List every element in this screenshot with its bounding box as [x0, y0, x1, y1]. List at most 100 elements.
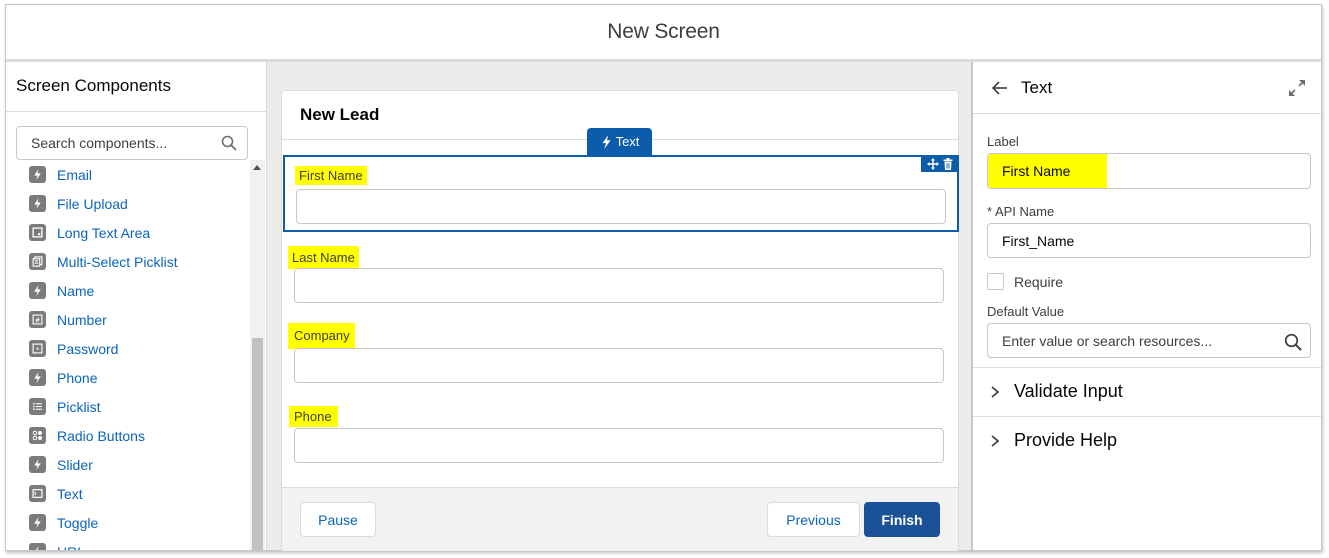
component-label: Text: [57, 485, 83, 502]
component-label: Multi-Select Picklist: [57, 253, 178, 270]
component-picklist[interactable]: Picklist: [6, 392, 250, 421]
last-name-input[interactable]: [294, 268, 944, 303]
default-value-field[interactable]: [987, 323, 1311, 358]
component-label: Phone: [57, 369, 98, 386]
label-input[interactable]: [988, 154, 1310, 188]
label-field-label: Label: [987, 134, 1019, 149]
selected-component-tab-label: Text: [615, 134, 640, 149]
screen-components-title: Screen Components: [16, 76, 171, 95]
component-long-text-area[interactable]: Long Text Area: [6, 218, 250, 247]
field-first-name[interactable]: First Name: [283, 155, 959, 232]
bolt-icon: [29, 456, 46, 473]
api-name-field[interactable]: [987, 223, 1311, 258]
component-radio-buttons[interactable]: Radio Buttons: [6, 421, 250, 450]
first-name-input[interactable]: [296, 189, 946, 224]
finish-button[interactable]: Finish: [864, 502, 940, 537]
first-name-input-box[interactable]: [297, 190, 945, 223]
back-arrow-icon[interactable]: [991, 80, 1009, 96]
require-checkbox[interactable]: [987, 273, 1004, 290]
api-name-input[interactable]: [988, 224, 1310, 257]
modal-header: New Screen: [6, 5, 1321, 62]
bolt-icon: [29, 166, 46, 183]
pause-button[interactable]: Pause: [300, 502, 376, 537]
search-components-box[interactable]: [16, 126, 248, 160]
search-components-input[interactable]: [31, 135, 211, 151]
component-label: URL: [57, 544, 85, 551]
component-number[interactable]: # Number: [6, 305, 250, 334]
default-value-input[interactable]: [988, 324, 1310, 357]
properties-header: Text: [973, 62, 1321, 114]
scroll-up-arrow-icon[interactable]: [253, 165, 261, 170]
field-phone[interactable]: Phone: [282, 403, 958, 465]
api-name-label: * API Name: [987, 204, 1055, 219]
field-label: Phone: [289, 406, 338, 427]
component-label: Picklist: [57, 398, 101, 415]
last-name-input-box[interactable]: [295, 269, 943, 302]
component-label: Password: [57, 340, 119, 357]
component-label: Name: [57, 282, 95, 299]
component-text[interactable]: Text: [6, 479, 250, 508]
chevron-right-icon: [991, 435, 1000, 447]
field-label: First Name: [295, 166, 367, 185]
component-email[interactable]: Email: [6, 160, 250, 189]
multi-picklist-icon: [29, 253, 46, 270]
company-input[interactable]: [294, 348, 944, 383]
field-last-name[interactable]: Last Name: [282, 243, 958, 303]
text-input-icon: [29, 485, 46, 502]
component-multi-select-picklist[interactable]: Multi-Select Picklist: [6, 247, 250, 276]
field-label: Last Name: [288, 246, 359, 269]
component-url[interactable]: URL: [6, 537, 250, 550]
provide-help-label: Provide Help: [1014, 430, 1118, 450]
component-toggle[interactable]: Toggle: [6, 508, 250, 537]
bolt-icon: [29, 195, 46, 212]
selected-component-tab: Text: [587, 128, 652, 155]
expand-icon[interactable]: [1289, 80, 1305, 96]
component-file-upload[interactable]: File Upload: [6, 189, 250, 218]
search-icon[interactable]: [1284, 333, 1302, 351]
screen-canvas: New Lead Text First Name Last Name Compa…: [267, 62, 971, 551]
company-input-box[interactable]: [295, 349, 943, 382]
search-icon[interactable]: [221, 135, 237, 151]
picklist-icon: [29, 398, 46, 415]
component-label: Email: [57, 166, 93, 183]
validate-input-section[interactable]: Validate Input: [973, 367, 1321, 416]
field-company[interactable]: Company: [282, 321, 958, 386]
screen-components-panel: Screen Components Email File Upload Long…: [6, 62, 267, 550]
component-password[interactable]: * Password: [6, 334, 250, 363]
modal-title: New Screen: [607, 20, 720, 43]
phone-input-box[interactable]: [295, 429, 943, 462]
bolt-icon: [29, 369, 46, 386]
svg-text:#: #: [35, 316, 41, 324]
phone-input[interactable]: [294, 428, 944, 463]
component-label: Radio Buttons: [57, 427, 145, 444]
field-tools: [921, 155, 959, 172]
component-slider[interactable]: Slider: [6, 450, 250, 479]
components-scrollbar[interactable]: [250, 160, 265, 550]
label-field[interactable]: [987, 153, 1311, 189]
provide-help-section[interactable]: Provide Help: [973, 416, 1321, 465]
component-label: Long Text Area: [57, 224, 151, 241]
new-screen-modal: New Screen Screen Components Email File …: [5, 4, 1322, 551]
screen-footer: Pause Previous Finish: [282, 487, 958, 551]
component-phone[interactable]: Phone: [6, 363, 250, 392]
component-label: Slider: [57, 456, 93, 473]
bolt-icon: [602, 134, 611, 149]
scrollbar-thumb[interactable]: [252, 338, 263, 550]
screen-card-title: New Lead: [300, 105, 380, 124]
bolt-icon: [29, 282, 46, 299]
bolt-icon: [29, 543, 46, 550]
validate-input-label: Validate Input: [1014, 381, 1123, 401]
properties-title: Text: [1021, 78, 1053, 97]
previous-button[interactable]: Previous: [767, 502, 860, 537]
component-name[interactable]: Name: [6, 276, 250, 305]
number-icon: #: [29, 311, 46, 328]
delete-icon[interactable]: [942, 157, 954, 170]
move-icon[interactable]: [926, 157, 939, 170]
chevron-right-icon: [991, 386, 1000, 398]
divider: [6, 111, 266, 112]
components-list: Email File Upload Long Text Area Multi-S…: [6, 160, 250, 550]
textarea-icon: [29, 224, 46, 241]
properties-panel: Text Label * API Name Require Default Va…: [971, 62, 1321, 550]
screen-card: New Lead Text First Name Last Name Compa…: [281, 90, 959, 551]
component-label: File Upload: [57, 195, 128, 212]
